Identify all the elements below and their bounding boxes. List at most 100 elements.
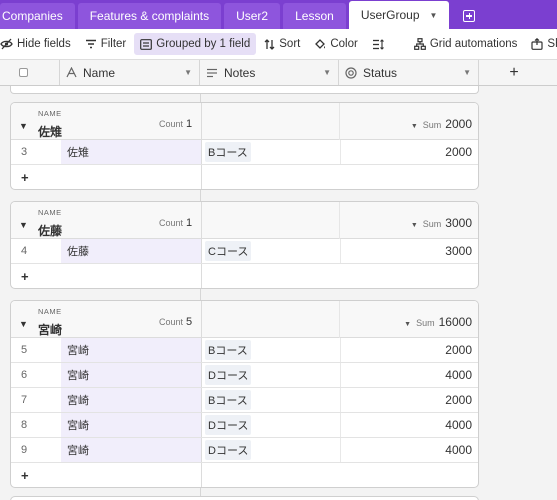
select-all-cell	[0, 60, 60, 85]
group-field-name: NAME	[38, 208, 62, 217]
notes-cell[interactable]: Dコース	[201, 413, 340, 437]
status-cell[interactable]: 3000	[340, 239, 478, 263]
table-row[interactable]: 3 佐雉 Bコース 2000	[11, 140, 478, 165]
filter-label: Filter	[100, 38, 127, 50]
notes-cell[interactable]: Bコース	[201, 140, 340, 164]
count-label: Count	[159, 218, 184, 228]
group-sum[interactable]: ▼ Sum 3000	[411, 216, 472, 230]
table-row[interactable]: 6 宮崎 Dコース 4000	[11, 363, 478, 388]
group-sum[interactable]: ▼ Sum 16000	[404, 315, 472, 329]
sort-button[interactable]: Sort	[258, 33, 306, 55]
tab-label: User2	[236, 9, 269, 23]
column-header-name[interactable]: Name ▼	[60, 60, 200, 85]
add-table-button[interactable]	[460, 8, 478, 24]
status-cell[interactable]: 2000	[340, 388, 478, 412]
notes-value: Dコース	[205, 365, 252, 385]
automation-icon	[413, 38, 426, 50]
status-cell[interactable]: 4000	[340, 413, 478, 437]
table-row[interactable]: 8 宮崎 Dコース 4000	[11, 413, 478, 438]
chevron-down-icon[interactable]: ▼	[430, 11, 438, 20]
sum-label: Sum	[422, 219, 442, 229]
collapse-triangle-icon[interactable]: ▼	[19, 121, 28, 131]
text-field-icon	[66, 67, 77, 78]
group-list-icon	[140, 38, 153, 50]
add-field-button[interactable]: +	[479, 60, 549, 85]
status-cell[interactable]: 4000	[340, 363, 478, 387]
table-row[interactable]: 5 宮崎 Bコース 2000	[11, 338, 478, 363]
tab-companies[interactable]: Companies	[0, 3, 75, 29]
name-cell[interactable]: 宮崎	[61, 388, 201, 412]
next-group-top	[10, 496, 479, 500]
collapse-triangle-icon[interactable]: ▼	[19, 220, 28, 230]
status-cell[interactable]: 2000	[340, 338, 478, 362]
notes-value: Bコース	[205, 340, 251, 360]
column-header-status[interactable]: Status ▼	[339, 60, 479, 85]
name-cell[interactable]: 佐雉	[61, 140, 201, 164]
share-button[interactable]: Sha	[525, 33, 557, 55]
table-row[interactable]: 7 宮崎 Bコース 2000	[11, 388, 478, 413]
row-number: 8	[21, 419, 28, 431]
chevron-down-icon[interactable]: ▼	[463, 68, 471, 77]
name-cell[interactable]: 宮崎	[61, 363, 201, 387]
tab-usergroup[interactable]: UserGroup ▼	[348, 1, 450, 29]
tab-lesson[interactable]: Lesson	[283, 3, 346, 29]
group-header[interactable]: ▼ NAME 佐雉 Count 1 ▼ Sum 2000	[11, 103, 478, 140]
notes-cell[interactable]: Cコース	[201, 239, 340, 263]
group-sum[interactable]: ▼ Sum 2000	[411, 117, 472, 131]
notes-cell[interactable]: Dコース	[201, 363, 340, 387]
eye-slash-icon	[0, 38, 13, 50]
status-cell[interactable]: 4000	[340, 438, 478, 462]
color-button[interactable]: Color	[308, 33, 363, 55]
hide-fields-button[interactable]: Hide fields	[0, 33, 77, 55]
grid-automations-button[interactable]: Grid automations	[408, 33, 524, 55]
group-header[interactable]: ▼ NAME 佐藤 Count 1 ▼ Sum 3000	[11, 202, 478, 239]
group-button[interactable]: Grouped by 1 field	[134, 33, 257, 55]
row-height-icon	[372, 38, 384, 50]
name-cell[interactable]: 佐藤	[61, 239, 201, 263]
group-count: Count 1	[159, 118, 192, 130]
previous-group-bottom	[10, 86, 479, 94]
paint-bucket-icon	[314, 38, 326, 50]
select-all-checkbox[interactable]	[19, 68, 28, 77]
notes-value: Cコース	[205, 241, 252, 261]
record-group: ▼ NAME 佐雉 Count 1 ▼ Sum 2000 3 佐雉 Bコース 2000…	[10, 102, 479, 190]
share-icon	[531, 38, 544, 50]
notes-cell[interactable]: Bコース	[201, 388, 340, 412]
status-circle-icon	[345, 66, 357, 79]
row-height-button[interactable]	[366, 33, 394, 55]
sum-label: Sum	[416, 318, 435, 328]
notes-cell[interactable]: Dコース	[201, 438, 340, 462]
chevron-down-icon[interactable]: ▼	[184, 68, 192, 77]
add-record-button[interactable]: +	[11, 165, 478, 189]
add-record-button[interactable]: +	[11, 463, 478, 487]
column-header-notes[interactable]: Notes ▼	[200, 60, 339, 85]
add-record-button[interactable]: +	[11, 264, 478, 288]
notes-value: Bコース	[205, 142, 251, 162]
table-row[interactable]: 4 佐藤 Cコース 3000	[11, 239, 478, 264]
name-cell[interactable]: 宮崎	[61, 338, 201, 362]
collapse-triangle-icon[interactable]: ▼	[19, 319, 28, 329]
group-header[interactable]: ▼ NAME 宮崎 Count 5 ▼ Sum 16000	[11, 301, 478, 338]
sum-value: 2000	[445, 117, 472, 131]
name-cell[interactable]: 宮崎	[61, 438, 201, 462]
tab-features-complaints[interactable]: Features & complaints	[77, 3, 222, 29]
filter-button[interactable]: Filter	[79, 33, 133, 55]
row-number: 5	[21, 344, 28, 356]
sum-value: 16000	[438, 315, 472, 329]
status-cell[interactable]: 2000	[340, 140, 478, 164]
table-row[interactable]: 9 宮崎 Dコース 4000	[11, 438, 478, 463]
chevron-down-icon[interactable]: ▼	[323, 68, 331, 77]
caret-down-icon: ▼	[410, 222, 418, 229]
grid-body[interactable]: ▼ NAME 佐雉 Count 1 ▼ Sum 2000 3 佐雉 Bコース 2000…	[0, 86, 557, 500]
notes-value: Dコース	[205, 440, 252, 460]
record-group: ▼ NAME 佐藤 Count 1 ▼ Sum 3000 4 佐藤 Cコース 3000…	[10, 201, 479, 289]
name-cell[interactable]: 宮崎	[61, 413, 201, 437]
column-label: Status	[363, 65, 398, 80]
group-value: 佐藤	[38, 224, 63, 238]
row-number: 3	[21, 146, 28, 158]
group-label: Grouped by 1 field	[156, 38, 251, 50]
tab-user2[interactable]: User2	[224, 3, 281, 29]
notes-cell[interactable]: Bコース	[201, 338, 340, 362]
row-number: 9	[21, 444, 28, 456]
view-toolbar: Hide fields Filter Grouped by 1 field So…	[0, 29, 557, 60]
